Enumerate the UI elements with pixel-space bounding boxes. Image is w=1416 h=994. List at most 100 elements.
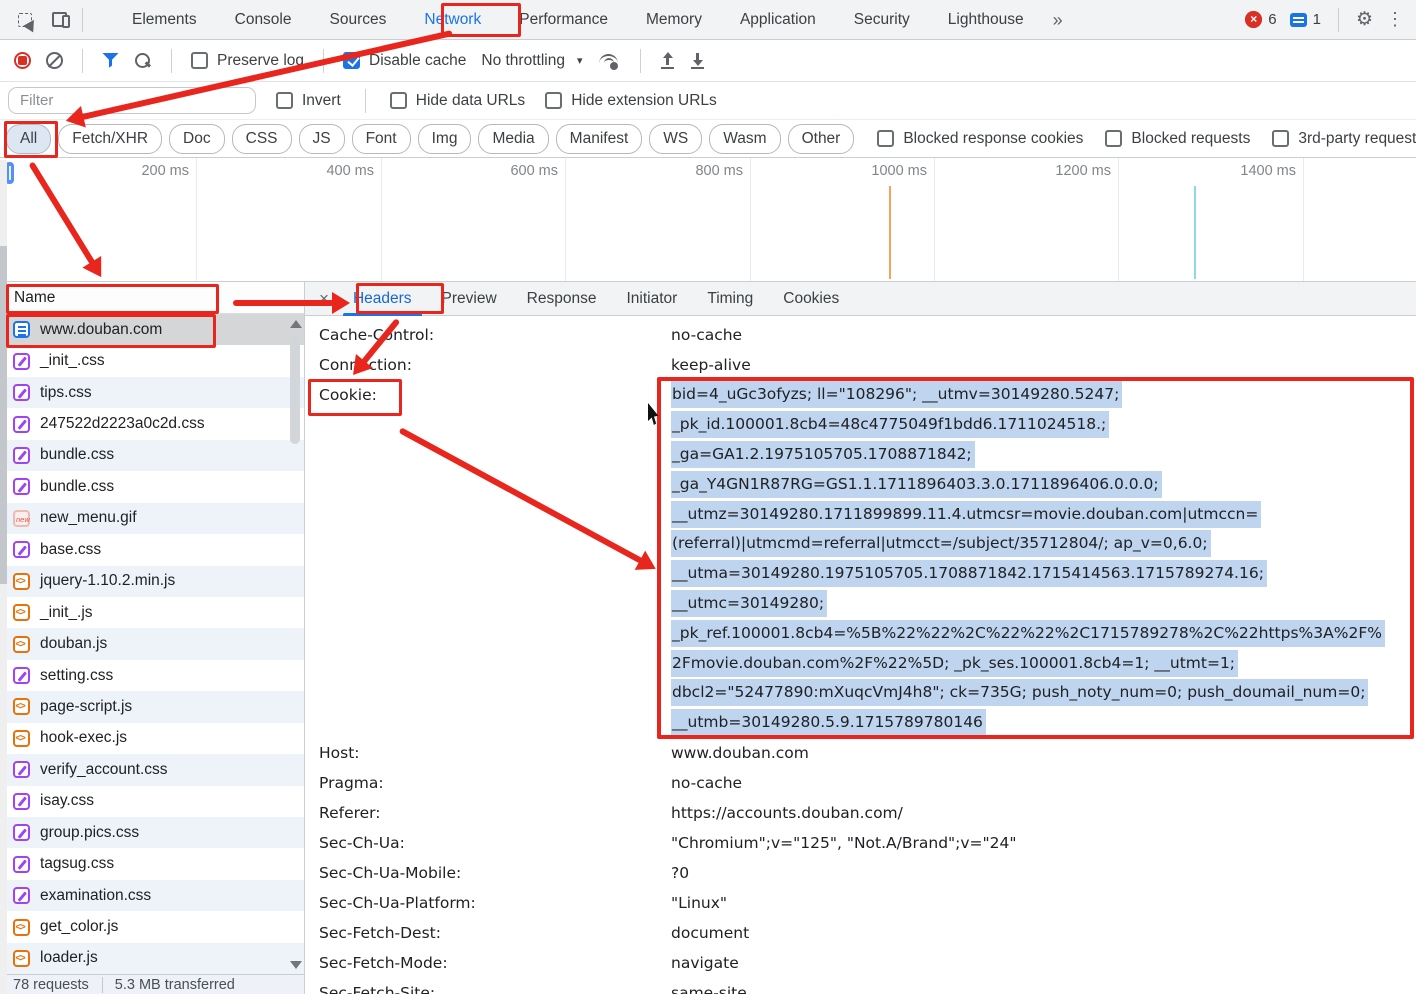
type-filter-chip[interactable]: Font	[352, 124, 411, 154]
disable-cache-checkbox[interactable]: Disable cache	[343, 52, 466, 70]
checkbox-checked[interactable]	[343, 52, 360, 69]
export-har-icon[interactable]	[690, 52, 705, 69]
settings-gear-icon[interactable]: ⚙	[1356, 8, 1373, 31]
header-value[interactable]: https://accounts.douban.com/	[671, 798, 903, 828]
panel-tab[interactable]: Network	[405, 0, 500, 40]
hide-extension-urls-checkbox[interactable]: Hide extension URLs	[545, 92, 717, 110]
preserve-log-checkbox[interactable]: Preserve log	[191, 52, 304, 70]
details-tab[interactable]: Timing	[692, 282, 768, 316]
panel-tab[interactable]: Lighthouse	[929, 0, 1043, 40]
details-tab[interactable]: Cookies	[768, 282, 854, 316]
header-value[interactable]: keep-alive	[671, 350, 751, 380]
type-filter-chip[interactable]: WS	[649, 124, 702, 154]
blocked-filter-checkbox[interactable]: Blocked requests	[1105, 130, 1250, 148]
scroll-down-icon[interactable]	[290, 961, 302, 969]
type-filter-chip[interactable]: Media	[478, 124, 548, 154]
filter-icon[interactable]	[102, 53, 119, 69]
request-row[interactable]: _init_.css	[0, 345, 304, 376]
error-badge[interactable]: × 6	[1245, 11, 1276, 28]
scrollbar-thumb[interactable]	[0, 246, 7, 584]
checkbox-unchecked[interactable]	[390, 92, 407, 109]
request-row[interactable]: tips.css	[0, 377, 304, 408]
request-row[interactable]: 247522d2223a0c2d.css	[0, 408, 304, 439]
network-conditions-icon[interactable]	[597, 52, 621, 70]
panel-tab[interactable]: Elements	[113, 0, 216, 40]
request-row[interactable]: hook-exec.js	[0, 723, 304, 754]
header-value[interactable]: same-site	[671, 978, 747, 994]
type-filter-chip[interactable]: Img	[418, 124, 472, 154]
cookie-header-value[interactable]: bid=4_uGc3ofyzs; ll="108296"; __utmv=301…	[671, 380, 1416, 738]
request-row[interactable]: douban.js	[0, 628, 304, 659]
panel-tab[interactable]: Security	[835, 0, 929, 40]
close-icon[interactable]: ×	[310, 289, 338, 309]
checkbox-unchecked[interactable]	[276, 92, 293, 109]
panel-tab[interactable]: Sources	[311, 0, 406, 40]
record-network-log-icon[interactable]	[14, 52, 31, 69]
clear-network-log-icon[interactable]	[46, 52, 63, 69]
inspect-element-icon[interactable]	[17, 10, 37, 30]
scroll-up-icon[interactable]	[290, 320, 302, 328]
device-toolbar-icon[interactable]	[51, 10, 71, 30]
details-tab[interactable]: Initiator	[611, 282, 692, 316]
checkbox-unchecked[interactable]	[191, 52, 208, 69]
header-value[interactable]: no-cache	[671, 320, 742, 350]
checkbox-unchecked[interactable]	[1105, 130, 1122, 147]
scrollbar-thumb[interactable]	[290, 336, 300, 444]
type-filter-chip[interactable]: Manifest	[556, 124, 643, 154]
invert-checkbox[interactable]: Invert	[276, 92, 341, 110]
type-filter-chip[interactable]: Doc	[169, 124, 225, 154]
request-row[interactable]: www.douban.com	[0, 314, 304, 345]
request-row[interactable]: examination.css	[0, 880, 304, 911]
more-options-icon[interactable]: ⋮	[1386, 9, 1404, 30]
filter-input[interactable]	[8, 87, 256, 114]
hide-data-urls-checkbox[interactable]: Hide data URLs	[390, 92, 525, 110]
checkbox-unchecked[interactable]	[1272, 130, 1289, 147]
panel-tab[interactable]: Memory	[627, 0, 721, 40]
request-row[interactable]: bundle.css	[0, 440, 304, 471]
name-column-header[interactable]: Name	[0, 282, 304, 314]
request-row[interactable]: get_color.js	[0, 911, 304, 942]
search-icon[interactable]	[134, 52, 152, 70]
request-row[interactable]: verify_account.css	[0, 754, 304, 785]
request-row[interactable]: new_menu.gif	[0, 503, 304, 534]
request-row[interactable]: page-script.js	[0, 691, 304, 722]
header-value[interactable]: navigate	[671, 948, 739, 978]
request-row[interactable]: loader.js	[0, 943, 304, 974]
request-row[interactable]: setting.css	[0, 660, 304, 691]
window-scrollbar[interactable]	[0, 160, 7, 994]
panel-tab[interactable]: Performance	[500, 0, 627, 40]
request-row[interactable]: tagsug.css	[0, 848, 304, 879]
request-list-scrollbar[interactable]	[287, 316, 303, 973]
request-row[interactable]: _init_.js	[0, 597, 304, 628]
blocked-filter-checkbox[interactable]: Blocked response cookies	[877, 130, 1083, 148]
request-row[interactable]: base.css	[0, 534, 304, 565]
type-filter-chip[interactable]: Wasm	[709, 124, 780, 154]
throttling-dropdown[interactable]: No throttling ▾	[481, 52, 582, 70]
blocked-filter-checkbox[interactable]: 3rd-party requests	[1272, 130, 1416, 148]
panel-tab[interactable]: Application	[721, 0, 835, 40]
import-har-icon[interactable]	[660, 52, 675, 69]
type-filter-chip[interactable]: Other	[788, 124, 855, 154]
request-row[interactable]: isay.css	[0, 786, 304, 817]
header-value[interactable]: document	[671, 918, 749, 948]
type-filter-chip[interactable]: JS	[299, 124, 345, 154]
details-tab[interactable]: Response	[512, 282, 612, 316]
header-value[interactable]: ?0	[671, 858, 689, 888]
header-value[interactable]: www.douban.com	[671, 738, 809, 768]
type-filter-chip[interactable]: Fetch/XHR	[58, 124, 162, 154]
type-filter-chip[interactable]: All	[6, 124, 51, 154]
header-value[interactable]: no-cache	[671, 768, 742, 798]
header-value[interactable]: "Linux"	[671, 888, 727, 918]
details-tab[interactable]: Headers	[338, 282, 427, 316]
issues-badge[interactable]: 1	[1290, 11, 1321, 28]
request-row[interactable]: group.pics.css	[0, 817, 304, 848]
request-row[interactable]: bundle.css	[0, 471, 304, 502]
panel-tab[interactable]: Console	[216, 0, 311, 40]
details-tab[interactable]: Preview	[427, 282, 512, 316]
checkbox-unchecked[interactable]	[877, 130, 894, 147]
checkbox-unchecked[interactable]	[545, 92, 562, 109]
network-overview-timeline[interactable]: 200 ms400 ms600 ms800 ms1000 ms1200 ms14…	[0, 158, 1416, 282]
panel-tab[interactable]: »	[1043, 0, 1073, 40]
request-row[interactable]: jquery-1.10.2.min.js	[0, 566, 304, 597]
type-filter-chip[interactable]: CSS	[232, 124, 292, 154]
